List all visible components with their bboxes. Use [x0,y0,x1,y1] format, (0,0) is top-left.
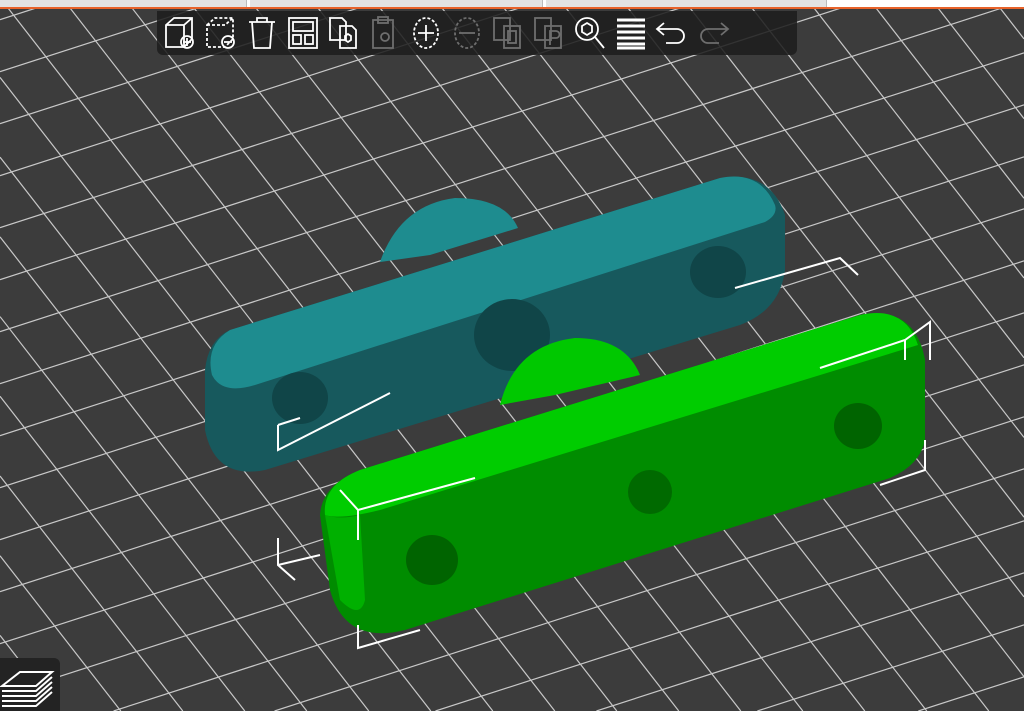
add-instance-button[interactable] [407,14,445,52]
layers-editing-button[interactable] [612,14,650,52]
tab[interactable] [250,0,543,7]
layers-icon [617,18,645,50]
delete-object-button[interactable] [202,14,240,52]
redo-button[interactable] [694,14,732,52]
split-parts-button[interactable] [530,14,568,52]
grid-line [869,0,1024,199]
paste-icon [372,16,394,49]
split-parts-icon [534,17,562,49]
tab[interactable] [0,0,247,7]
3d-viewport[interactable] [0,0,1024,711]
minus-circle-icon [454,17,480,49]
arrange-icon [288,17,318,49]
window-tab-strip [0,0,1024,9]
grid-line [757,624,1024,711]
trash-icon [249,17,275,49]
grid-line [918,676,1024,711]
layers-icon [0,671,55,707]
main-toolbar [157,11,797,55]
copy-button[interactable] [325,14,363,52]
grid-line [931,0,1024,119]
delete-all-button[interactable] [243,14,281,52]
cube-minus-icon [206,17,235,49]
remove-instance-button[interactable] [448,14,486,52]
tab[interactable] [546,0,827,7]
layers-view-button[interactable] [0,658,60,711]
search-icon [575,17,605,49]
arrange-button[interactable] [284,14,322,52]
copy-icon [329,17,357,49]
undo-button[interactable] [653,14,691,52]
redo-icon [700,22,730,44]
split-objects-icon [493,17,521,49]
split-objects-button[interactable] [489,14,527,52]
undo-icon [655,22,685,44]
add-object-button[interactable] [161,14,199,52]
cube-plus-icon [165,17,194,49]
grid-line [807,0,1024,279]
grid-line [596,572,1024,711]
search-button[interactable] [571,14,609,52]
paste-button[interactable] [366,14,404,52]
plus-circle-icon [413,17,439,49]
